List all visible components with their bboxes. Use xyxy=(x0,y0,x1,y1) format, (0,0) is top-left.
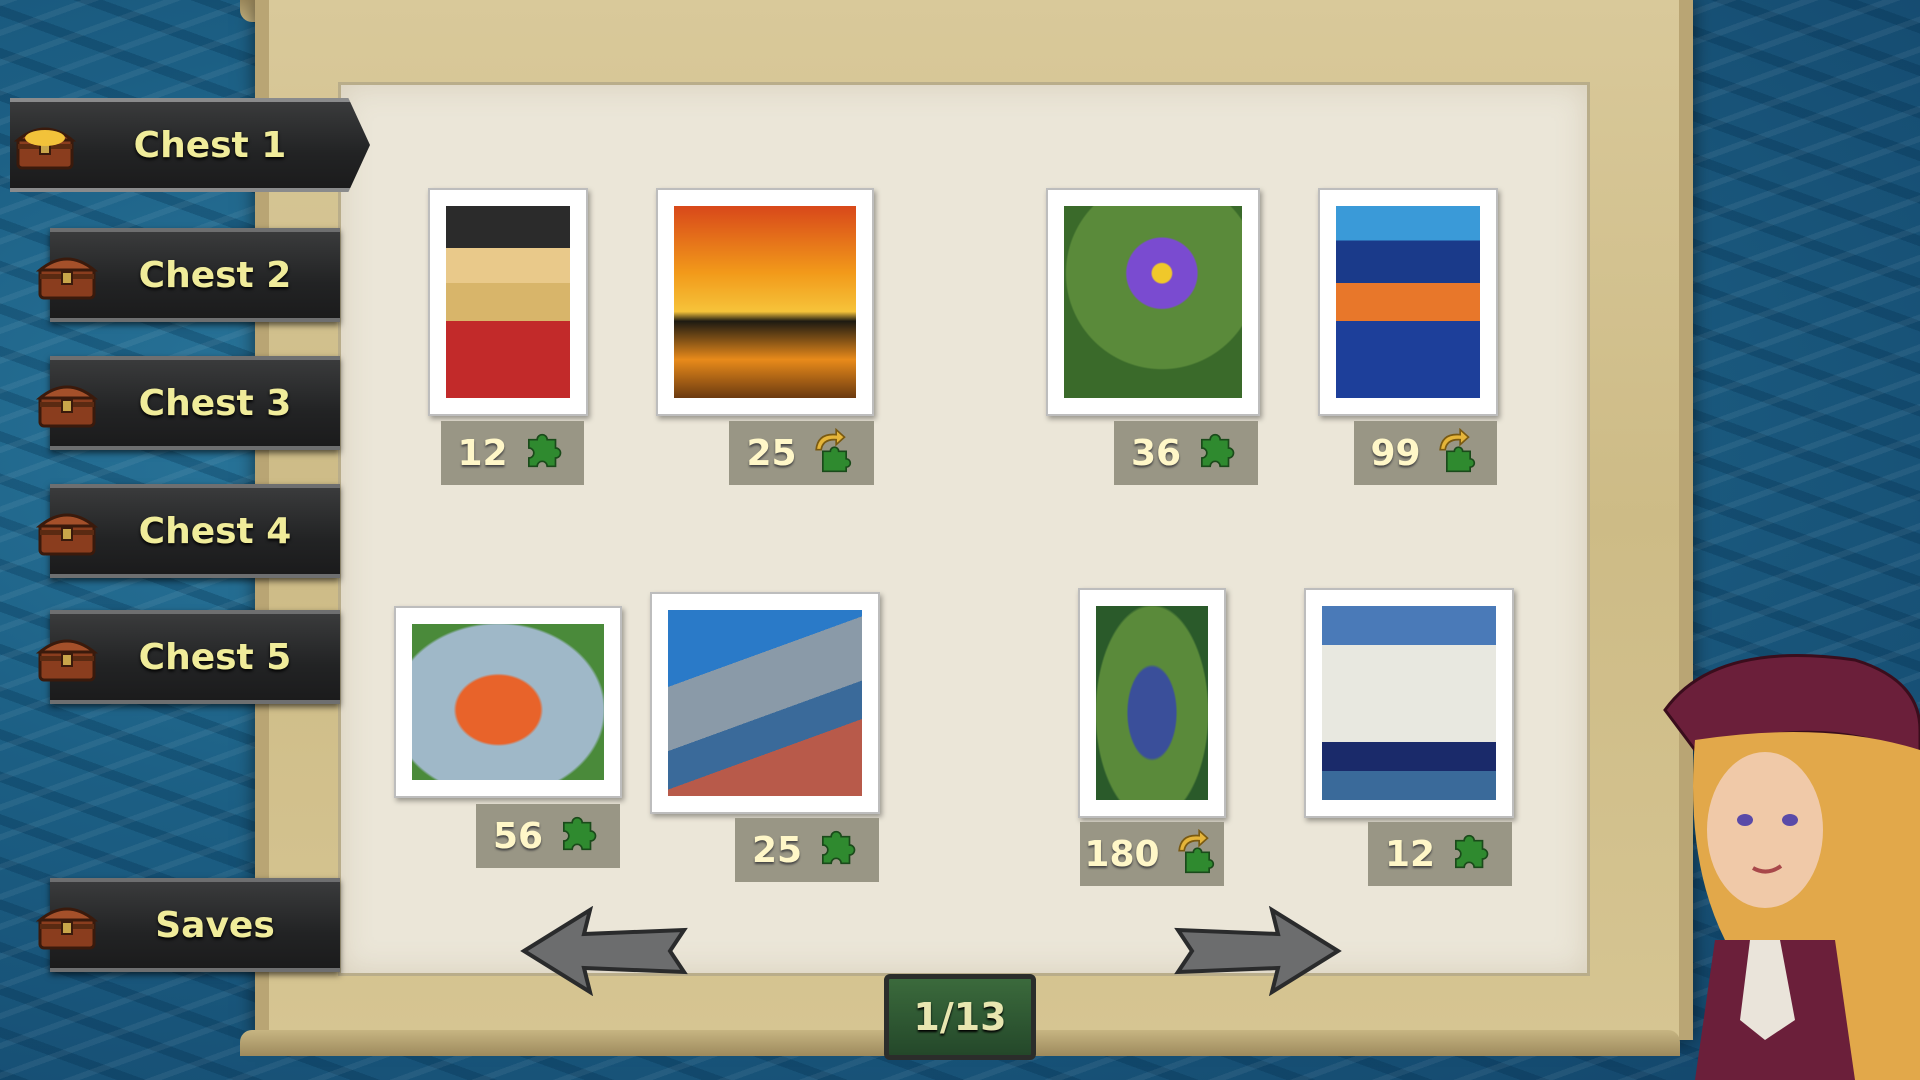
chest-icon xyxy=(38,257,96,300)
puzzle-card[interactable] xyxy=(656,188,874,416)
puzzle-card[interactable] xyxy=(1078,588,1226,818)
ship-bow-thumbnail xyxy=(1336,206,1480,398)
puzzle-rotate-icon xyxy=(1177,829,1214,874)
open-chest-icon xyxy=(16,127,74,170)
piece-count-badge: 36 xyxy=(1114,421,1258,485)
sidebar-item-chest-4[interactable]: Chest 4 xyxy=(38,484,340,578)
puzzle-card[interactable] xyxy=(394,606,622,798)
puzzle-piece-icon xyxy=(527,433,561,468)
piece-count: 99 xyxy=(1370,432,1421,474)
chest-icon xyxy=(38,513,96,556)
puzzle-piece-icon xyxy=(1201,433,1235,468)
puzzle-piece-icon xyxy=(822,830,856,865)
crab-thumbnail xyxy=(412,624,604,780)
piece-count-badge: 56 xyxy=(476,804,620,868)
pirate-girl-thumbnail xyxy=(446,206,570,398)
tall-ship-thumbnail xyxy=(1322,606,1496,800)
piece-count-badge: 180 xyxy=(1080,822,1224,886)
puzzle-piece-icon xyxy=(563,816,597,851)
water-lily-thumbnail xyxy=(1064,206,1242,398)
piece-count-badge: 99 xyxy=(1354,421,1497,485)
previous-page-arrow-icon[interactable] xyxy=(520,906,690,996)
sidebar-item-chest-5[interactable]: Chest 5 xyxy=(38,610,340,704)
puzzle-card[interactable] xyxy=(1046,188,1260,416)
piece-count: 180 xyxy=(1084,833,1160,875)
sidebar-item-label: Chest 3 xyxy=(138,382,292,424)
chest-icon xyxy=(38,639,96,682)
piece-count: 25 xyxy=(751,829,803,871)
puzzle-card[interactable] xyxy=(428,188,588,416)
page-number: 1/13 xyxy=(913,995,1007,1039)
piece-count-badge: 25 xyxy=(735,818,879,882)
sidebar-item-label: Chest 2 xyxy=(138,254,292,296)
puzzle-card[interactable] xyxy=(650,592,880,814)
piece-count: 12 xyxy=(1384,833,1436,875)
pirate-character-illustration xyxy=(1663,654,1920,1080)
dolphin-thumbnail xyxy=(668,610,862,796)
sidebar-item-chest-1[interactable]: Chest 1 xyxy=(10,98,370,192)
puzzle-rotate-icon xyxy=(1438,428,1475,473)
page-indicator: 1/13 xyxy=(884,974,1036,1060)
piece-count: 12 xyxy=(457,432,508,474)
saves-label: Saves xyxy=(155,904,275,946)
piece-count: 36 xyxy=(1130,432,1182,474)
sunset-palms-thumbnail xyxy=(674,206,856,398)
puzzle-rotate-icon xyxy=(814,428,851,473)
piece-count-badge: 12 xyxy=(1368,822,1512,886)
chest-icon xyxy=(38,385,96,428)
puzzle-card[interactable] xyxy=(1304,588,1514,818)
piece-count-badge: 12 xyxy=(441,421,584,485)
sidebar-item-chest-3[interactable]: Chest 3 xyxy=(38,356,340,450)
sidebar-item-label: Chest 1 xyxy=(133,124,287,166)
sidebar-item-label: Chest 4 xyxy=(138,510,292,552)
parrot-thumbnail xyxy=(1096,606,1208,800)
piece-count-badge: 25 xyxy=(729,421,874,485)
puzzle-card[interactable] xyxy=(1318,188,1498,416)
next-page-arrow-icon[interactable] xyxy=(1172,906,1342,996)
sidebar-item-chest-2[interactable]: Chest 2 xyxy=(38,228,340,322)
saves-button[interactable]: Saves xyxy=(38,878,340,972)
sidebar-item-label: Chest 5 xyxy=(138,636,292,678)
puzzle-piece-icon xyxy=(1455,834,1489,869)
piece-count: 56 xyxy=(492,815,544,857)
chest-icon xyxy=(38,907,96,950)
piece-count: 25 xyxy=(746,432,797,474)
